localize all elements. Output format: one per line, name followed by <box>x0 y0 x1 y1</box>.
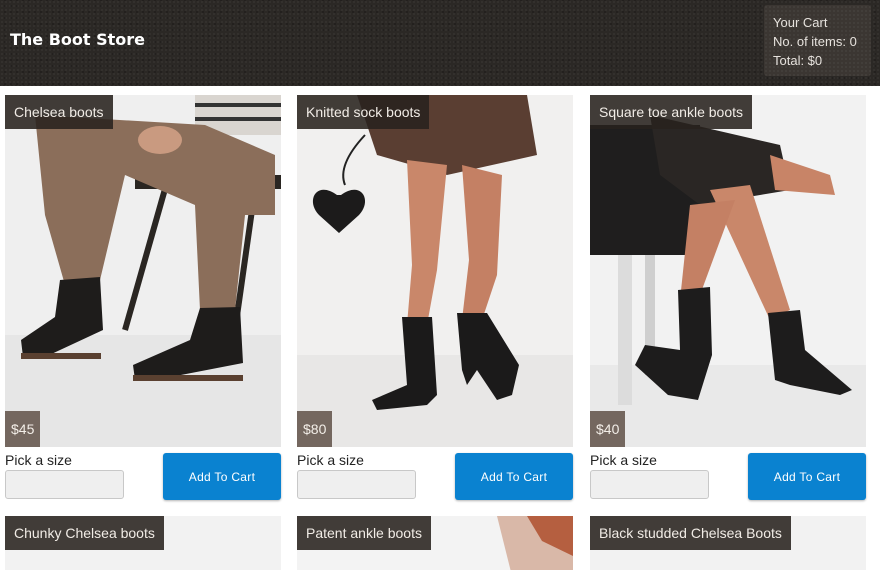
product-name: Black studded Chelsea Boots <box>590 516 791 550</box>
size-input[interactable] <box>590 470 709 499</box>
cart-summary[interactable]: Your Cart No. of items: 0 Total: $0 <box>764 5 871 76</box>
product-card: Chunky Chelsea boots <box>5 516 281 570</box>
product-price: $80 <box>297 411 333 447</box>
product-price: $40 <box>590 411 626 447</box>
product-name: Knitted sock boots <box>297 95 430 129</box>
product-card: Black studded Chelsea Boots <box>590 516 866 570</box>
add-to-cart-button[interactable]: Add To Cart <box>163 453 281 500</box>
product-price: $45 <box>5 411 41 447</box>
product-image[interactable]: Patent ankle boots <box>297 516 573 570</box>
size-input[interactable] <box>297 470 416 499</box>
product-image[interactable]: Chelsea boots $45 <box>5 95 281 447</box>
product-name: Chunky Chelsea boots <box>5 516 164 550</box>
add-to-cart-button[interactable]: Add To Cart <box>455 453 573 500</box>
store-title[interactable]: The Boot Store <box>10 30 145 49</box>
product-image[interactable]: Black studded Chelsea Boots <box>590 516 866 570</box>
product-image[interactable]: Knitted sock boots $80 <box>297 95 573 447</box>
size-input[interactable] <box>5 470 124 499</box>
cart-item-count: No. of items: 0 <box>773 34 857 49</box>
add-to-cart-button[interactable]: Add To Cart <box>748 453 866 500</box>
size-label: Pick a size <box>590 452 657 468</box>
product-name: Patent ankle boots <box>297 516 431 550</box>
product-image[interactable]: Square toe ankle boots $40 <box>590 95 866 447</box>
product-card: Patent ankle boots <box>297 516 573 570</box>
product-image[interactable]: Chunky Chelsea boots <box>5 516 281 570</box>
product-name: Chelsea boots <box>5 95 113 129</box>
cart-title: Your Cart <box>773 15 828 30</box>
size-label: Pick a size <box>297 452 364 468</box>
product-name: Square toe ankle boots <box>590 95 752 129</box>
cart-total: Total: $0 <box>773 53 823 68</box>
site-header: The Boot Store Your Cart No. of items: 0… <box>0 0 880 86</box>
size-label: Pick a size <box>5 452 72 468</box>
